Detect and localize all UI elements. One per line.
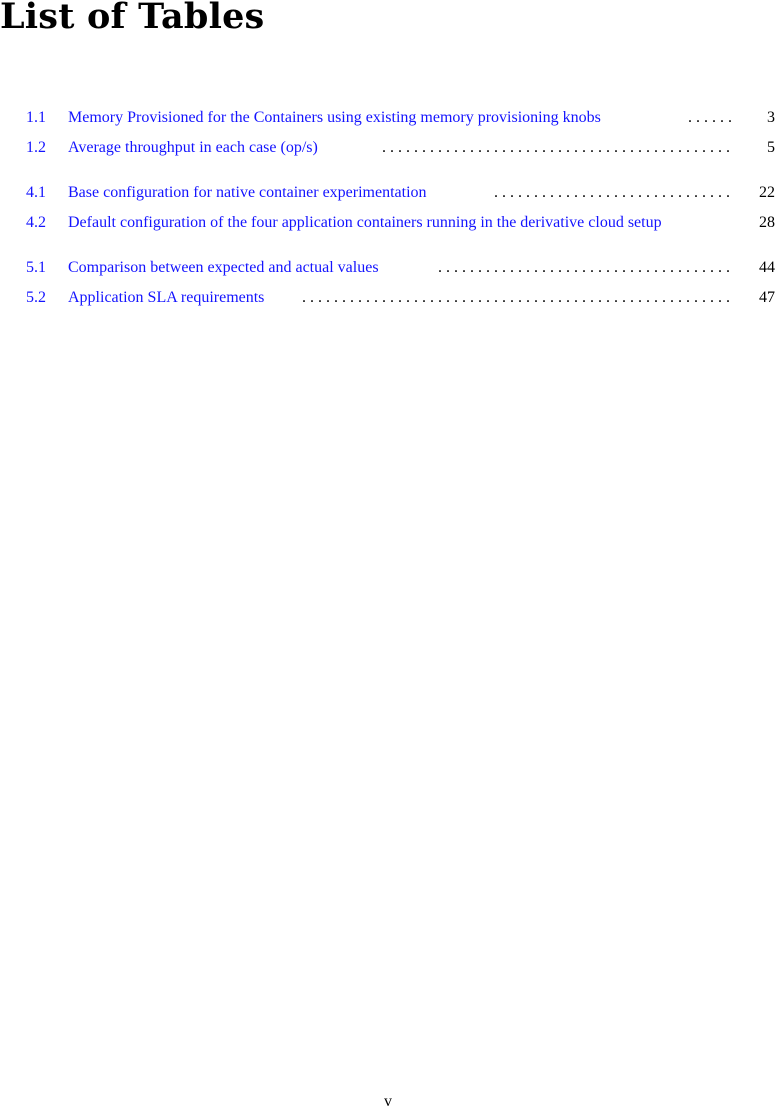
toc-entry[interactable]: 4.1 Base configuration for native contai… bbox=[0, 182, 776, 204]
dot-leader: . . . . . . . . . . . . . . . . . . . . … bbox=[494, 184, 734, 201]
toc-entry[interactable]: 1.2 Average throughput in each case (op/… bbox=[0, 137, 776, 159]
toc-entry-number[interactable]: 4.2 bbox=[26, 212, 46, 234]
dot-leader: . . . . . . . . . . . . . . . . . . . . … bbox=[688, 109, 734, 126]
toc-entry-page: 22 bbox=[759, 184, 775, 201]
toc-entry-page: 28 bbox=[759, 214, 775, 231]
dot-leader: . . . . . . . . . . . . . . . . . . . . … bbox=[438, 259, 734, 276]
toc-entry-number[interactable]: 5.1 bbox=[26, 257, 46, 279]
toc-entry-page: 47 bbox=[759, 289, 775, 306]
toc-entry-number[interactable]: 4.1 bbox=[26, 182, 46, 204]
page-title: List of Tables bbox=[0, 0, 265, 37]
toc-entry-number[interactable]: 1.2 bbox=[26, 137, 46, 159]
toc-entry-title[interactable]: Comparison between expected and actual v… bbox=[68, 257, 379, 279]
toc-entry[interactable]: 4.2 Default configuration of the four ap… bbox=[0, 212, 776, 234]
toc-entry-title[interactable]: Base configuration for native container … bbox=[68, 182, 427, 204]
toc-entry-number[interactable]: 1.1 bbox=[26, 107, 46, 129]
toc-entry-title[interactable]: Default configuration of the four applic… bbox=[68, 212, 662, 234]
toc-entry[interactable]: 5.2 Application SLA requirements . . . .… bbox=[0, 287, 776, 309]
toc-entry-page: 5 bbox=[767, 139, 775, 156]
dot-leader: . . . . . . . . . . . . . . . . . . . . … bbox=[302, 289, 734, 306]
dot-leader: . . . . . . . . . . . . . . . . . . . . … bbox=[382, 139, 734, 156]
toc-entry[interactable]: 5.1 Comparison between expected and actu… bbox=[0, 257, 776, 279]
toc-entry-title[interactable]: Average throughput in each case (op/s) bbox=[68, 137, 318, 159]
toc-entry-page: 44 bbox=[759, 259, 775, 276]
toc-entry[interactable]: 1.1 Memory Provisioned for the Container… bbox=[0, 107, 776, 129]
page-number: v bbox=[384, 1093, 392, 1110]
toc-entry-title[interactable]: Memory Provisioned for the Containers us… bbox=[68, 107, 601, 129]
toc-entry-title[interactable]: Application SLA requirements bbox=[68, 287, 264, 309]
toc-entry-page: 3 bbox=[767, 109, 775, 126]
toc-entry-number[interactable]: 5.2 bbox=[26, 287, 46, 309]
